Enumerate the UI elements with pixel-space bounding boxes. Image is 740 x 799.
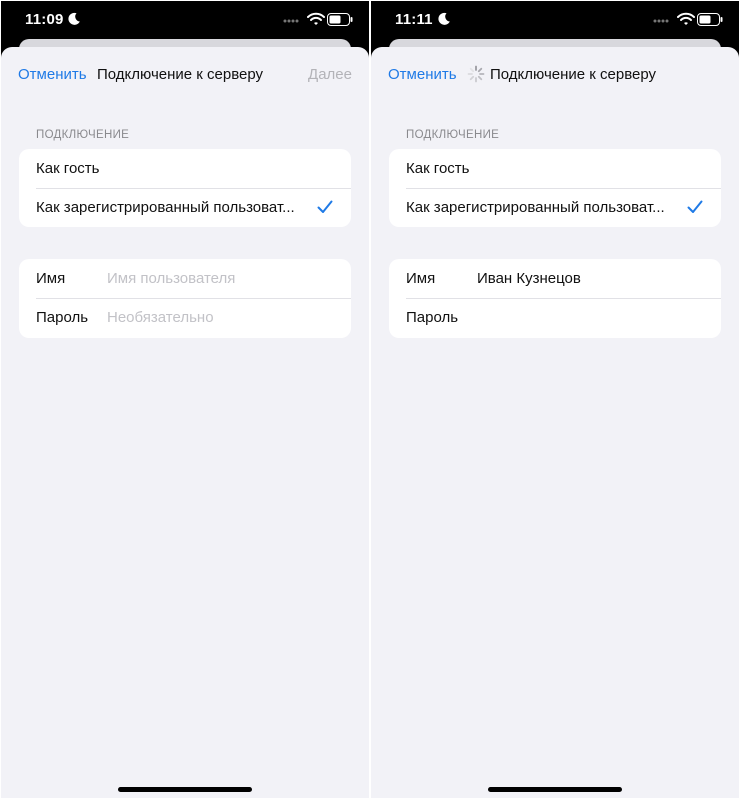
status-bar: 11:09 bbox=[1, 1, 369, 43]
cellular-dots-icon bbox=[283, 19, 299, 23]
navigation-bar: Отменить Подключение к серверу bbox=[371, 64, 739, 86]
option-guest[interactable]: Как гость bbox=[19, 149, 351, 188]
name-field-row: Имя Иван Кузнецов bbox=[389, 259, 721, 298]
wifi-icon bbox=[307, 12, 325, 25]
phone-screen-right: 11:11 Отменить Подключение к серверу ПОД… bbox=[371, 1, 739, 798]
name-field[interactable]: Имя пользователя bbox=[107, 270, 235, 287]
next-button[interactable]: Далее bbox=[308, 66, 352, 83]
name-label: Имя bbox=[406, 270, 436, 287]
option-guest[interactable]: Как гость bbox=[389, 149, 721, 188]
phone-screen-left: 11:09 Отменить Подключение к серверу Дал… bbox=[1, 1, 369, 798]
name-field-row: Имя Имя пользователя bbox=[19, 259, 351, 298]
home-indicator[interactable] bbox=[118, 787, 252, 792]
section-header: ПОДКЛЮЧЕНИЕ bbox=[36, 129, 130, 141]
section-header: ПОДКЛЮЧЕНИЕ bbox=[406, 129, 500, 141]
battery-icon bbox=[697, 13, 723, 26]
navigation-bar: Отменить Подключение к серверу Далее bbox=[1, 64, 369, 86]
checkmark-icon bbox=[687, 200, 703, 213]
battery-icon bbox=[327, 13, 353, 26]
moon-icon bbox=[438, 12, 450, 25]
connection-options: Как гость Как зарегистрированный пользов… bbox=[19, 149, 351, 227]
nav-title: Подключение к серверу bbox=[97, 66, 264, 83]
checkmark-icon bbox=[317, 200, 333, 213]
name-label: Имя bbox=[36, 270, 66, 287]
option-label: Как гость bbox=[406, 160, 470, 177]
name-field[interactable]: Иван Кузнецов bbox=[477, 270, 581, 287]
option-label: Как зарегистрированный пользоват... bbox=[36, 199, 295, 216]
cellular-dots-icon bbox=[653, 19, 669, 23]
moon-icon bbox=[68, 12, 80, 25]
option-label: Как зарегистрированный пользоват... bbox=[406, 199, 665, 216]
credentials-form: Имя Имя пользователя Пароль Необязательн… bbox=[19, 259, 351, 338]
status-time: 11:11 bbox=[395, 11, 433, 28]
cancel-button[interactable]: Отменить bbox=[18, 66, 87, 83]
password-field-row: Пароль bbox=[389, 298, 721, 337]
wifi-icon bbox=[677, 12, 695, 25]
connect-to-server-sheet: Отменить Подключение к серверу Далее ПОД… bbox=[1, 47, 369, 798]
password-field[interactable]: Необязательно bbox=[107, 309, 214, 326]
nav-title: Подключение к серверу bbox=[490, 66, 657, 83]
password-label: Пароль bbox=[36, 309, 89, 326]
credentials-form: Имя Иван Кузнецов Пароль bbox=[389, 259, 721, 338]
option-registered-user[interactable]: Как зарегистрированный пользоват... bbox=[389, 188, 721, 227]
activity-spinner-icon bbox=[467, 65, 485, 83]
home-indicator[interactable] bbox=[488, 787, 622, 792]
connection-options: Как гость Как зарегистрированный пользов… bbox=[389, 149, 721, 227]
option-label: Как гость bbox=[36, 160, 100, 177]
password-field-row: Пароль Необязательно bbox=[19, 298, 351, 337]
option-registered-user[interactable]: Как зарегистрированный пользоват... bbox=[19, 188, 351, 227]
connect-to-server-sheet: Отменить Подключение к серверу ПОДКЛЮЧЕН… bbox=[371, 47, 739, 798]
status-time: 11:09 bbox=[25, 11, 64, 28]
password-label: Пароль bbox=[406, 309, 459, 326]
cancel-button[interactable]: Отменить bbox=[388, 66, 457, 83]
status-bar: 11:11 bbox=[371, 1, 739, 43]
